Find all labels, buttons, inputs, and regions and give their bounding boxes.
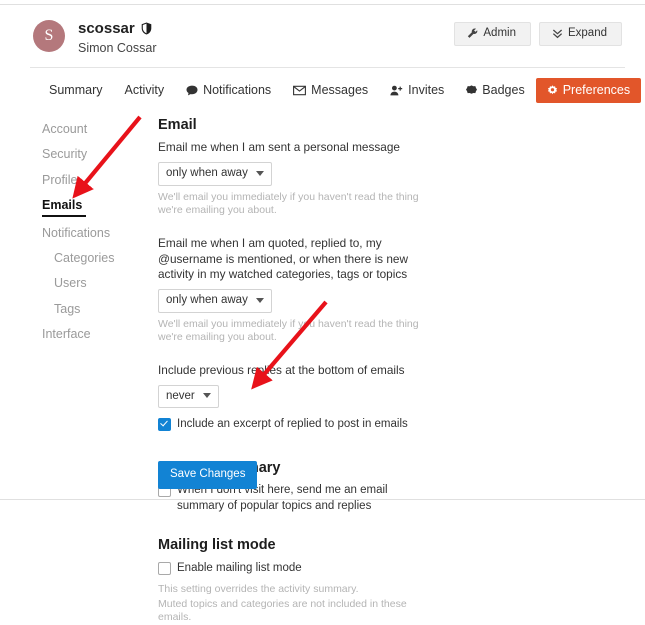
sidebar-item-label: Profile: [42, 172, 78, 187]
header-actions: Admin Expand: [454, 22, 622, 46]
mailing-list-mode-hint-1: This setting overrides the activity summ…: [158, 583, 359, 596]
sidebar-item-profile[interactable]: Profile: [42, 168, 152, 193]
chevron-down-icon: [255, 170, 264, 176]
personal-message-select-value: only when away: [166, 167, 248, 180]
preferences-main-panel: Email Email me when I am sent a personal…: [158, 117, 438, 625]
previous-replies-label: Include previous replies at the bottom o…: [158, 362, 405, 377]
user-preferences-page: S scossar Simon Cossar Admin Expand Summ…: [0, 5, 645, 623]
save-changes-button[interactable]: Save Changes: [158, 461, 258, 489]
excerpt-checkbox-label: Include an excerpt of replied to post in…: [177, 418, 408, 431]
double-chevron-down-icon: [552, 28, 563, 39]
mailing-list-mode-checkbox-row[interactable]: Enable mailing list mode: [158, 561, 438, 577]
mentions-hint: We'll email you immediately if you haven…: [158, 317, 419, 344]
envelope-icon: [293, 85, 307, 96]
personal-message-select[interactable]: only when away: [158, 162, 272, 186]
tab-preferences-label: Preferences: [562, 83, 631, 97]
username: scossar: [78, 20, 135, 37]
tab-badges[interactable]: Badges: [455, 78, 535, 103]
tab-notifications[interactable]: Notifications: [175, 78, 282, 103]
tab-summary-label: Summary: [49, 83, 103, 97]
expand-button-label: Expand: [567, 27, 607, 39]
excerpt-checkbox-row[interactable]: Include an excerpt of replied to post in…: [158, 417, 438, 433]
personal-message-hint: We'll email you immediately if you haven…: [158, 190, 419, 217]
sidebar-item-label: Emails: [42, 198, 87, 217]
header-divider: [30, 67, 625, 68]
sidebar-item-label: Categories: [54, 250, 115, 265]
mentions-select-value: only when away: [166, 294, 248, 307]
personal-message-label: Email me when I am sent a personal messa…: [158, 140, 400, 155]
tab-notifications-label: Notifications: [203, 83, 272, 97]
email-section-title: Email: [158, 117, 197, 133]
sidebar-item-label: Tags: [54, 301, 81, 316]
excerpt-checkbox[interactable]: [158, 418, 171, 432]
tab-activity-label: Activity: [124, 83, 165, 97]
sidebar-item-label: Notifications: [42, 225, 111, 240]
user-header: S scossar Simon Cossar Admin Expand: [30, 15, 625, 67]
mailing-list-mode-title: Mailing list mode: [158, 537, 276, 554]
tab-summary[interactable]: Summary: [38, 78, 113, 103]
tab-preferences[interactable]: Preferences: [535, 78, 642, 103]
sidebar-item-categories[interactable]: Categories: [42, 246, 152, 271]
sidebar-item-label: Account: [42, 122, 88, 136]
mentions-select[interactable]: only when away: [158, 289, 272, 313]
badge-icon: [466, 84, 478, 96]
chevron-down-icon: [202, 393, 211, 399]
tab-invites-label: Invites: [408, 83, 445, 97]
expand-button[interactable]: Expand: [538, 22, 622, 46]
tab-invites[interactable]: Invites: [379, 78, 455, 103]
mailing-list-mode-checkbox-label: Enable mailing list mode: [177, 561, 302, 574]
sidebar-item-tags[interactable]: Tags: [42, 297, 152, 322]
full-name: Simon Cossar: [78, 41, 157, 55]
profile-nav-tabs: Summary Activity Notifications Messages …: [38, 78, 642, 103]
sidebar-item-emails[interactable]: Emails: [42, 193, 152, 220]
speech-bubble-icon: [186, 85, 198, 96]
sidebar-item-label: Users: [54, 276, 87, 291]
sidebar-item-account[interactable]: Account: [42, 117, 152, 142]
sidebar-item-security[interactable]: Security: [42, 142, 152, 167]
sidebar-item-interface[interactable]: Interface: [42, 322, 152, 347]
mailing-list-mode-hint-2: Muted topics and categories are not incl…: [158, 597, 407, 624]
chevron-down-icon: [255, 297, 264, 303]
sidebar-item-label: Security: [42, 147, 88, 162]
tab-badges-label: Badges: [482, 83, 525, 97]
gear-icon: [547, 84, 558, 96]
tab-messages-label: Messages: [311, 83, 369, 97]
wrench-icon: [467, 28, 478, 39]
tab-messages[interactable]: Messages: [282, 78, 379, 103]
sidebar-item-label: Interface: [42, 327, 91, 341]
preferences-sidebar: Account Security Profile Emails Notifica…: [42, 117, 152, 347]
user-plus-icon: [390, 85, 403, 96]
admin-button[interactable]: Admin: [454, 22, 531, 46]
mailing-list-mode-checkbox[interactable]: [158, 561, 171, 575]
sidebar-item-notifications[interactable]: Notifications: [42, 221, 152, 246]
admin-button-label: Admin: [483, 27, 516, 39]
username-row: scossar: [78, 20, 152, 37]
avatar: S: [33, 20, 65, 52]
previous-replies-select[interactable]: never: [158, 384, 219, 409]
sidebar-item-users[interactable]: Users: [42, 271, 152, 296]
tab-activity[interactable]: Activity: [113, 78, 175, 103]
previous-replies-select-value: never: [166, 389, 195, 402]
shield-icon: [141, 22, 152, 35]
mentions-label: Email me when I am quoted, replied to, m…: [158, 236, 409, 282]
